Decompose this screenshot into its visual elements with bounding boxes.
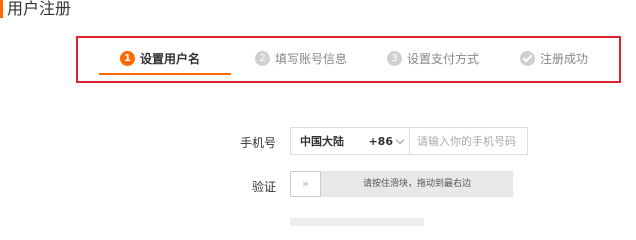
step-account-info: 2 填写账号信息: [255, 49, 347, 67]
next-button-partial[interactable]: [290, 218, 424, 226]
phone-number-input[interactable]: [410, 127, 528, 155]
country-code: +86: [368, 134, 393, 148]
slider-handle[interactable]: »: [290, 171, 321, 197]
step-label: 设置用户名: [140, 51, 201, 66]
step-2-number-icon: 2: [255, 50, 270, 66]
registration-steps: 1 设置用户名 2 填写账号信息 3 设置支付方式 注册成功: [76, 36, 621, 83]
step-registration-success: 注册成功: [520, 49, 588, 67]
slider-captcha: » 请按住滑块，拖动到最右边: [290, 171, 513, 197]
step-label: 填写账号信息: [275, 51, 348, 66]
step-label: 注册成功: [540, 51, 589, 66]
checkmark-icon: [520, 50, 535, 66]
header-accent-bar: [0, 0, 3, 18]
step-label: 设置支付方式: [407, 51, 480, 66]
registration-page: 用户注册 1 设置用户名 2 填写账号信息 3 设置支付方式 注册成功 手机号 …: [0, 0, 636, 226]
step-payment-method: 3 设置支付方式: [387, 49, 479, 67]
page-title: 用户注册: [7, 0, 72, 18]
country-code-select[interactable]: 中国大陆 +86: [290, 127, 410, 155]
slider-hint: 请按住滑块，拖动到最右边: [362, 179, 471, 189]
chevron-down-icon: [395, 135, 405, 144]
phone-field-group: 中国大陆 +86: [290, 127, 528, 155]
step-1-number-icon: 1: [120, 50, 135, 66]
step-set-username: 1 设置用户名: [120, 49, 200, 67]
phone-label: 手机号: [239, 136, 276, 150]
active-step-underline: [99, 73, 231, 75]
verify-label: 验证: [251, 180, 276, 194]
step-3-number-icon: 3: [387, 50, 402, 66]
country-name: 中国大陆: [300, 135, 344, 148]
